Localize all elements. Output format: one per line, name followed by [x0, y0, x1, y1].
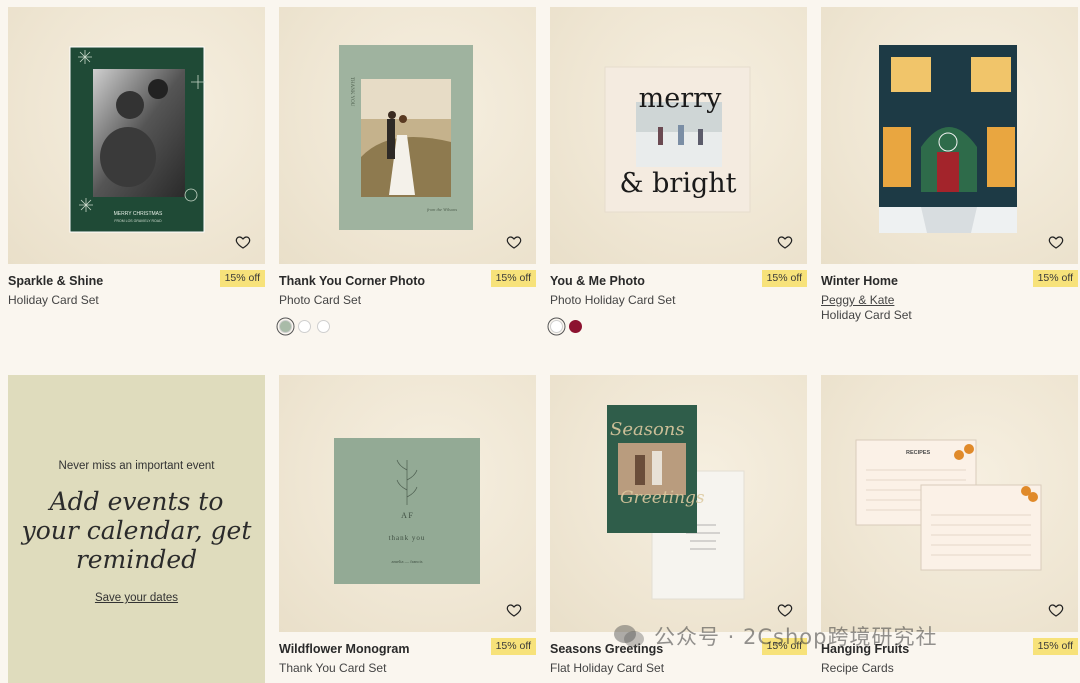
product-subtitle: Thank You Card Set [279, 661, 387, 675]
watermark: 公众号 · 2Cshop跨境研究社 [612, 621, 937, 651]
calendar-promo: Never miss an important event Add events… [8, 375, 265, 683]
heart-icon[interactable] [777, 234, 793, 250]
svg-text:FROM LOS GRAVIELY ROAD: FROM LOS GRAVIELY ROAD [114, 219, 162, 223]
discount-badge: 15% off [490, 638, 536, 655]
svg-text:Greetings: Greetings [620, 488, 705, 508]
discount-badge: 15% off [1032, 270, 1078, 287]
product-thumbnail[interactable]: THANK YOU from the Wilsons [279, 7, 536, 264]
promo-tile: Never miss an important event Add events… [8, 375, 265, 683]
product-thumbnail[interactable]: RECIPES [821, 375, 1078, 632]
swatch-cream[interactable] [317, 320, 330, 333]
swatch-white[interactable] [550, 320, 563, 333]
heart-icon[interactable] [1048, 602, 1064, 618]
heart-icon[interactable] [506, 602, 522, 618]
svg-text:MERRY CHRISTMAS: MERRY CHRISTMAS [114, 211, 163, 217]
svg-text:thank you: thank you [389, 534, 426, 542]
promo-kicker: Never miss an important event [58, 460, 215, 472]
swatch-burgundy[interactable] [569, 320, 582, 333]
swatch-white[interactable] [298, 320, 311, 333]
svg-text:A F: A F [401, 511, 413, 520]
card-artwork: A F thank you amelia — francis [334, 438, 480, 584]
product-subtitle: Recipe Cards [821, 661, 894, 675]
card-artwork: Seasons Greetings [607, 405, 745, 600]
svg-text:merry: merry [639, 83, 722, 114]
card-artwork: MERRY CHRISTMAS FROM LOS GRAVIELY ROAD [69, 46, 205, 233]
swatch-sage[interactable] [279, 320, 292, 333]
svg-text:Seasons: Seasons [610, 419, 685, 440]
product-card-wildflower-monogram[interactable]: A F thank you amelia — francis Wildflowe… [279, 375, 536, 683]
svg-text:amelia — francis: amelia — francis [392, 559, 423, 564]
product-thumbnail[interactable]: merry & bright [550, 7, 807, 264]
card-artwork: RECIPES [855, 439, 1042, 571]
svg-text:from the Wilsons: from the Wilsons [427, 207, 457, 212]
product-card-thank-you-corner-photo[interactable]: THANK YOU from the Wilsons Thank You Cor… [279, 7, 536, 375]
discount-badge: 15% off [219, 270, 265, 287]
card-artwork: THANK YOU from the Wilsons [339, 45, 473, 230]
product-card-sparkle-shine[interactable]: MERRY CHRISTMAS FROM LOS GRAVIELY ROAD S… [8, 7, 265, 375]
discount-badge: 15% off [490, 270, 536, 287]
product-subtitle: Photo Card Set [279, 293, 362, 307]
product-thumbnail[interactable]: MERRY CHRISTMAS FROM LOS GRAVIELY ROAD [8, 7, 265, 264]
product-subtitle: Holiday Card Set [821, 308, 912, 322]
card-artwork [879, 45, 1017, 233]
color-swatches [550, 320, 807, 333]
product-subtitle: Photo Holiday Card Set [550, 293, 676, 307]
color-swatches [279, 320, 536, 333]
svg-text:& bright: & bright [620, 168, 737, 199]
product-subtitle: Flat Holiday Card Set [550, 661, 665, 675]
svg-text:RECIPES: RECIPES [906, 450, 930, 456]
discount-badge: 15% off [1032, 638, 1078, 655]
watermark-text: 公众号 · 2Cshop跨境研究社 [654, 625, 938, 649]
designer-link[interactable]: Peggy & Kate [821, 292, 1078, 308]
heart-icon[interactable] [506, 234, 522, 250]
card-artwork: merry & bright [604, 66, 751, 213]
promo-headline: Add events to your calendar, get reminde… [21, 487, 252, 574]
svg-text:THANK YOU: THANK YOU [349, 77, 354, 107]
heart-icon[interactable] [1048, 234, 1064, 250]
product-card-winter-home[interactable]: Winter Home Peggy & Kate Holiday Card Se… [821, 7, 1078, 375]
product-thumbnail[interactable] [821, 7, 1078, 264]
heart-icon[interactable] [235, 234, 251, 250]
discount-badge: 15% off [761, 270, 807, 287]
product-thumbnail[interactable]: A F thank you amelia — francis [279, 375, 536, 632]
wechat-icon [614, 625, 644, 647]
heart-icon[interactable] [777, 602, 793, 618]
product-thumbnail[interactable]: Seasons Greetings [550, 375, 807, 632]
product-card-you-and-me-photo[interactable]: merry & bright You & Me Photo Photo Holi… [550, 7, 807, 375]
product-subtitle: Holiday Card Set [8, 293, 99, 307]
save-dates-link[interactable]: Save your dates [95, 592, 178, 604]
